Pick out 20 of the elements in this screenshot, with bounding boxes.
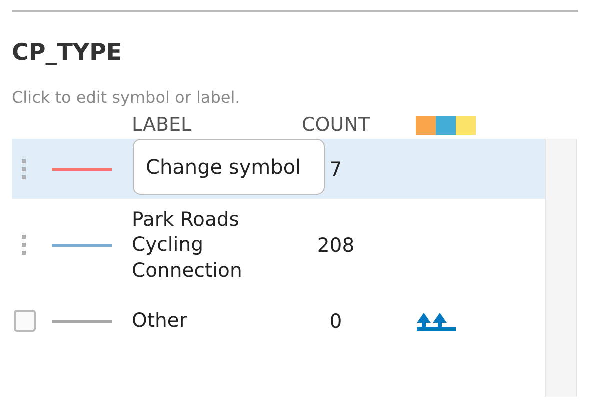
tooltip: Change symbol: [133, 139, 325, 195]
drag-handle-icon[interactable]: [22, 159, 26, 179]
legend-row[interactable]: Other 0: [12, 291, 545, 351]
line-symbol-icon[interactable]: [52, 244, 112, 246]
count-text: 208: [316, 234, 356, 256]
label-text[interactable]: Park Roads Cycling Connection: [132, 206, 280, 284]
checkbox[interactable]: [14, 310, 36, 332]
column-header: LABEL: [132, 114, 193, 136]
count-text: 0: [328, 310, 344, 332]
legend-row[interactable]: Change symbol 7: [12, 139, 545, 199]
hint-text: Click to edit symbol or label.: [12, 88, 242, 107]
drag-handle-icon[interactable]: [22, 235, 26, 255]
layer-title: CP_TYPE: [12, 40, 124, 66]
column-header: COUNT: [301, 114, 371, 136]
line-symbol-icon[interactable]: [52, 320, 112, 322]
label-text[interactable]: Other: [132, 308, 280, 334]
line-symbol-icon[interactable]: [52, 168, 112, 170]
legend-row[interactable]: Park Roads Cycling Connection 208: [12, 199, 545, 291]
scrollbar[interactable]: [545, 139, 577, 397]
double-up-arrow-icon[interactable]: [416, 311, 456, 331]
